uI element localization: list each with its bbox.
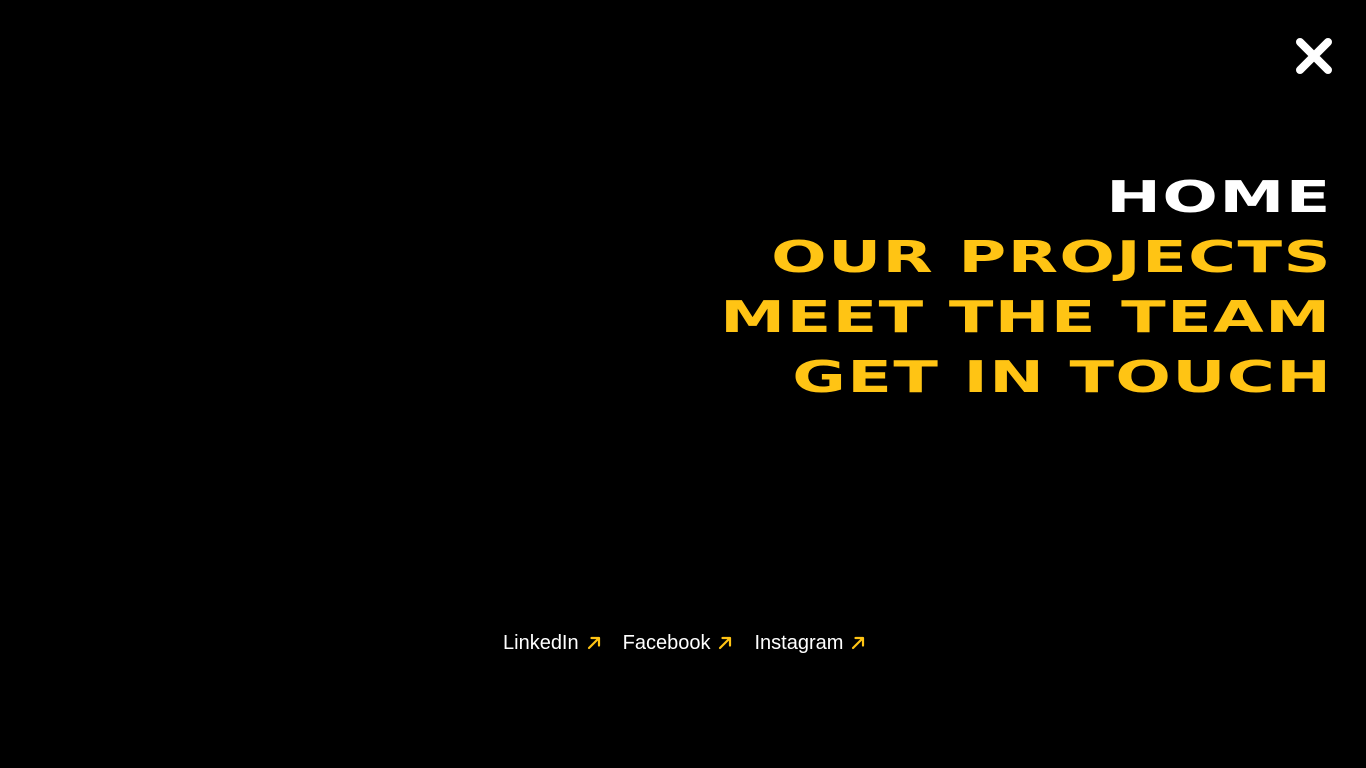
nav-item-get-in-touch: GET IN TOUCH <box>792 347 1332 407</box>
social-links: LinkedIn Facebook Instagram <box>503 630 865 656</box>
nav-link-get-in-touch[interactable]: GET IN TOUCH <box>792 349 1332 406</box>
external-arrow-icon <box>718 636 732 650</box>
nav-item-home: HOME <box>901 167 1332 227</box>
nav-link-home[interactable]: HOME <box>1106 169 1332 226</box>
linkedin-label: LinkedIn <box>503 631 579 654</box>
external-arrow-icon <box>587 636 601 650</box>
close-button[interactable] <box>1294 36 1334 76</box>
nav-link-meet-the-team[interactable]: MEET THE TEAM <box>721 289 1332 346</box>
nav-link-our-projects[interactable]: OUR PROJECTS <box>771 229 1332 286</box>
nav-item-meet-the-team: MEET THE TEAM <box>721 287 1332 347</box>
instagram-label: Instagram <box>754 631 844 654</box>
linkedin-link[interactable]: LinkedIn <box>503 632 601 655</box>
nav-item-our-projects: OUR PROJECTS <box>771 227 1332 287</box>
facebook-link[interactable]: Facebook <box>623 632 733 655</box>
external-arrow-icon <box>851 636 865 650</box>
close-icon <box>1296 38 1332 74</box>
main-nav: HOME OUR PROJECTS MEET THE TEAM GET IN T… <box>721 167 1332 407</box>
facebook-label: Facebook <box>622 631 711 654</box>
instagram-link[interactable]: Instagram <box>754 632 865 655</box>
